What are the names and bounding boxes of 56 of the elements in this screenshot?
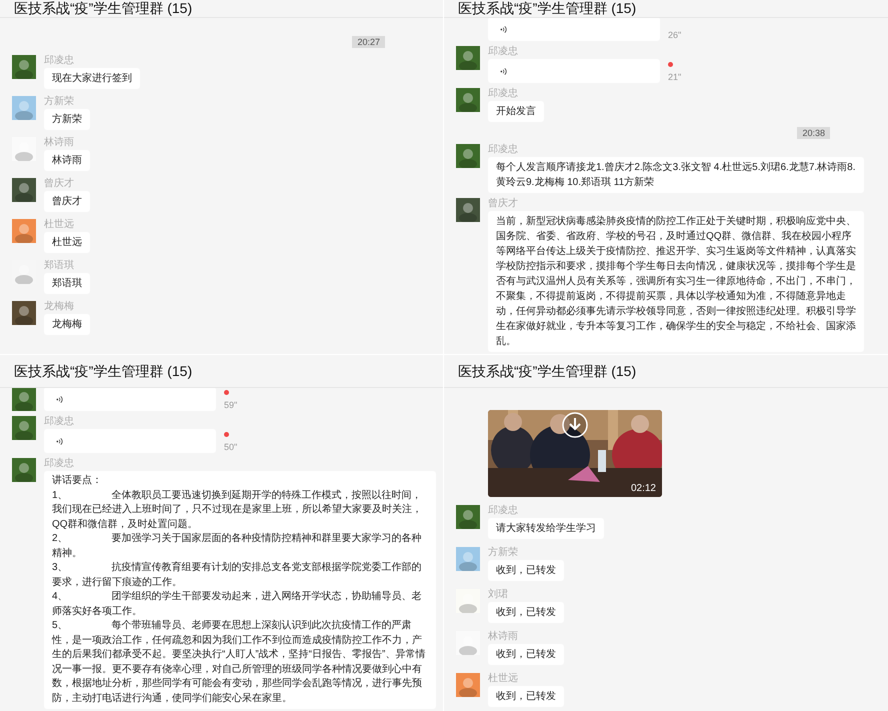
numbered-point: 4、 团学组织的学生干部要发动起来，进入网络开学状态，协助辅导员、老师落实好各项工作。 xyxy=(52,590,423,618)
numbered-point: 2、 要加强学习关于国家层面的各种疫情防控精神和群里要大家学习的各种精神。 xyxy=(52,532,423,560)
timestamp: 20:27 xyxy=(352,36,385,48)
message-bubble: 林诗雨 xyxy=(44,150,90,171)
download-icon[interactable] xyxy=(562,412,588,438)
message-bubble: 现在大家进行签到 xyxy=(44,68,140,89)
message-bubble: 每个人发言顺序请接龙1.曾庆才2.陈念文3.张文智 4.杜世远5.刘珺6.龙慧7.林诗雨8.黄玲云9.龙梅梅 10.郑语琪 11方新荣 xyxy=(488,157,864,193)
numbered-point: 3、 抗疫情宣传教育组要有计划的安排总支各党支部根据学院党委工作部的要求，进行留下痕迹的工作。 xyxy=(52,561,423,590)
voice-wave-icon xyxy=(500,24,507,34)
numbered-point: 1、 全体教职员工要迅速切换到延期开学的特殊工作模式，按照以往时间，我们现在已经进入上班时间了，只不过现在是家里上班，所以希望大家要及时关注，QQ群和微信群，及时处置问题。 xyxy=(52,488,423,532)
chat-title: 医技系战“疫”学生管理群 (15) xyxy=(458,0,636,17)
sender-name: 曾庆才 xyxy=(44,178,74,189)
sender-name: 林诗雨 xyxy=(488,631,518,642)
sender-name: 邱凌忠 xyxy=(488,88,518,99)
sender-name: 林诗雨 xyxy=(44,137,74,148)
message-bubble: 曾庆才 xyxy=(44,191,90,212)
video-message[interactable]: 02:12 xyxy=(488,410,662,497)
sender-name: 方新荣 xyxy=(488,547,518,558)
sender-name: 邱凌忠 xyxy=(44,458,74,469)
sender-name: 邱凌忠 xyxy=(488,144,518,155)
message-bubble: 杜世远 xyxy=(44,232,90,253)
sender-name: 方新荣 xyxy=(44,96,74,107)
chat-title: 医技系战“疫”学生管理群 (15) xyxy=(458,362,636,380)
numbered-point: 5、 每个带班辅导员、老师要在思想上深刻认识到此次抗疫情工作的严肃性，是一项政治工作，任何疏忽和因为我们工作不到位而造成疫情防控工作不力，产生的后果我们都承受不起。要坚决执行“人盯人”战术，坚持“日报告、零报告”、异常情况一事一报。更不要存有侥幸心理，对自己所管理的班级同学各种情况要做到心中有数，根据地址分析，那些同学有可能会有变动，那些同学会乱跑等情况，进行事先预防，主动打电话进行沟通，使同学们能安心呆在家里。 xyxy=(52,619,426,706)
sender-name: 邱凌忠 xyxy=(488,46,518,57)
message-bubble: 龙梅梅 xyxy=(44,314,90,335)
message-bubble: 收到，已转发 xyxy=(488,602,564,623)
voice-wave-icon xyxy=(500,66,507,76)
sender-name: 郑语琪 xyxy=(44,260,74,271)
voice-duration: 26" xyxy=(668,30,682,41)
voice-wave-icon xyxy=(56,394,63,404)
message-bubble: 郑语琪 xyxy=(44,273,90,294)
sender-name: 邱凌忠 xyxy=(44,55,74,66)
timestamp: 20:38 xyxy=(797,127,830,139)
chat-title: 医技系战“疫”学生管理群 (15) xyxy=(14,362,192,380)
voice-duration: 59" xyxy=(224,400,238,411)
message-bubble: 请大家转发给学生学习 xyxy=(488,518,604,539)
sender-name: 曾庆才 xyxy=(488,198,518,209)
sender-name: 邱凌忠 xyxy=(44,416,74,427)
voice-wave-icon xyxy=(56,436,63,446)
voice-duration: 50" xyxy=(224,442,238,453)
voice-duration: 21" xyxy=(668,72,682,83)
message-bubble: 收到，已转发 xyxy=(488,686,564,707)
message-bubble: 收到，已转发 xyxy=(488,560,564,581)
message-bubble: 方新荣 xyxy=(44,109,90,130)
sender-name: 邱凌忠 xyxy=(488,505,518,516)
message-bubble: 当前，新型冠状病毒感染肺炎疫情的防控工作正处于关键时期，积极响应党中央、国务院、省委、省政府、学校的号召，及时通过QQ群、微信群、我在校园小程序等网络平台传达上级关于疫情防控、推迟开学、实习生返岗等文件精神，认真落实学校防控指示和要求，摸排每个学生每日去向情况，健康状况等，摸排每个学生是否有与武汉温州人员有关系等，强调所有实习生一律原地待命，不出门，不串门，不聚集，不得提前返岗，不得提前买票，具体以学校通知为准，不得随意异地走动，任何异动都必须事先请示学校领导同意，否则一律按照违纪处理。积极引导学生在家做好就业，专升本等复习工作，确保学生的安全与稳定，不给社会、国家添乱。 xyxy=(488,211,864,352)
speech-heading: 讲话要点： xyxy=(52,474,103,488)
message-bubble: 开始发言 xyxy=(488,101,544,122)
video-duration: 02:12 xyxy=(630,483,656,494)
sender-name: 刘珺 xyxy=(488,589,508,600)
sender-name: 龙梅梅 xyxy=(44,301,74,312)
message-bubble: 收到，已转发 xyxy=(488,644,564,665)
sender-name: 杜世远 xyxy=(488,673,518,684)
sender-name: 杜世远 xyxy=(44,219,74,230)
chat-title: 医技系战“疫”学生管理群 (15) xyxy=(14,0,192,17)
